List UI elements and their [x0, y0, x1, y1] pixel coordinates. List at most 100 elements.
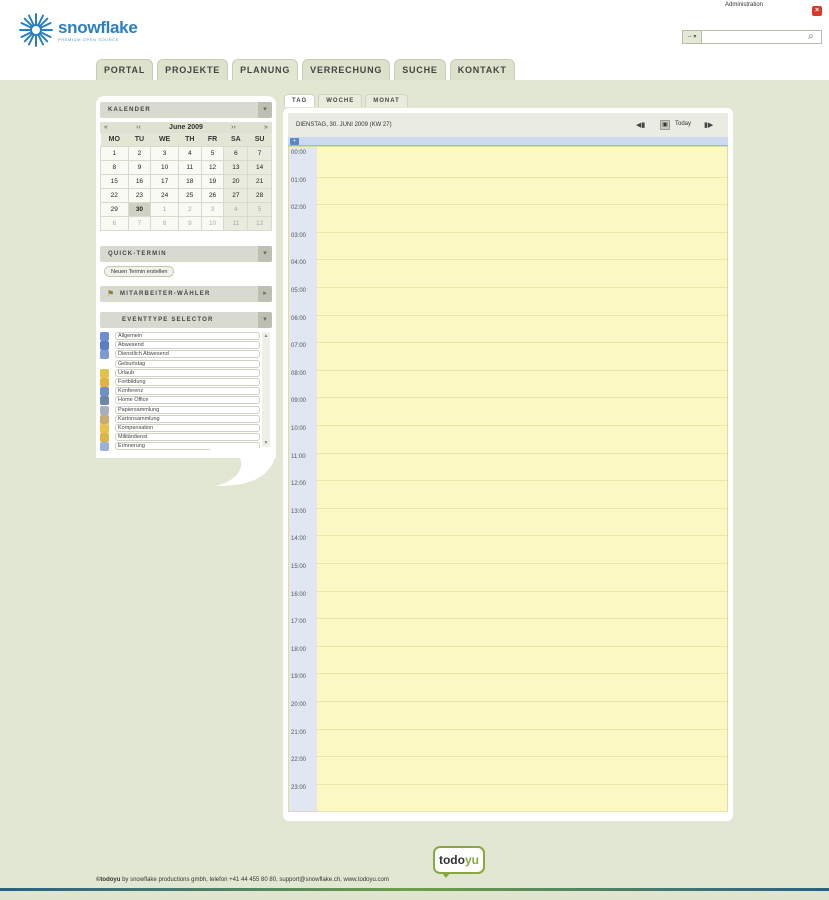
eventtype-item[interactable]: Abwesend	[100, 341, 270, 351]
calendar-panel: KALENDER ▾ « ‹‹ June 2009 ›› » MO TU WE TH F…	[96, 102, 276, 231]
day-grid[interactable]: 00:00 01:00 02:00 03:00 04:00 05:00 06:00 07:00…	[288, 146, 728, 812]
eventtype-item[interactable]: Allgemein	[100, 332, 270, 341]
calendar-day[interactable]: 11	[177, 159, 202, 175]
calendar-day[interactable]: 11	[223, 215, 249, 231]
calendar-day[interactable]: 13	[223, 159, 249, 175]
calendar-day[interactable]: 10	[150, 159, 179, 175]
calendar-day[interactable]: 29	[100, 201, 129, 217]
calendar-day[interactable]: 6	[223, 145, 249, 161]
calendar-day[interactable]: 20	[223, 173, 249, 189]
calendar-day[interactable]: 12	[200, 159, 225, 175]
calendar-day[interactable]: 6	[100, 215, 129, 231]
weekday-header: TU	[128, 133, 151, 146]
next-year-button[interactable]: »	[264, 124, 268, 131]
calendar-day[interactable]: 5	[247, 201, 272, 217]
calendar-day[interactable]: 17	[150, 173, 179, 189]
collapse-icon[interactable]: ▾	[258, 246, 272, 262]
calendar-day[interactable]: 3	[200, 201, 225, 217]
next-day-icon[interactable]: ▮▶	[704, 121, 715, 130]
prev-month-button[interactable]: ‹‹	[136, 124, 141, 131]
quick-panel-header[interactable]: QUICK-TERMIN ▾	[100, 246, 272, 262]
view-tab-woche[interactable]: WOCHE	[318, 94, 363, 107]
calendar-day[interactable]: 9	[177, 215, 202, 231]
eventtype-item[interactable]: Konferenz	[100, 387, 270, 397]
view-tab-tag[interactable]: TAG	[284, 94, 316, 107]
nav-tab-projekte[interactable]: PROJEKTE	[157, 59, 229, 80]
eventtype-icon	[100, 414, 109, 424]
calendar-day[interactable]: 30	[127, 201, 152, 217]
hour-divider	[317, 287, 727, 288]
calendar-day[interactable]: 8	[150, 215, 179, 231]
new-appointment-button[interactable]: Neuen Termin erstellen	[104, 266, 175, 277]
all-day-row[interactable]: +	[288, 137, 728, 146]
eventtype-item[interactable]: Geburtstag	[100, 359, 270, 369]
calendar-day[interactable]: 8	[100, 159, 129, 175]
calendar-day[interactable]: 24	[150, 187, 179, 203]
calendar-month-label: June 2009	[169, 124, 203, 131]
eventtype-item[interactable]: Militärdienst	[100, 433, 270, 443]
collapse-icon[interactable]: ▾	[258, 312, 272, 328]
calendar-day[interactable]: 27	[223, 187, 249, 203]
sidebar-tail-decoration	[210, 448, 276, 486]
nav-tab-suche[interactable]: SUCHE	[394, 59, 446, 80]
hour-label: 05:00	[291, 288, 307, 294]
admin-link[interactable]: Administration	[725, 2, 763, 8]
calendar-day[interactable]: 9	[127, 159, 152, 175]
eventtype-panel-header[interactable]: EVENTTYPE SELECTOR ▾	[100, 312, 272, 328]
eventtype-item[interactable]: Kartonsammlung	[100, 414, 270, 424]
logo[interactable]: snowflake PREMIUM OPEN SOURCE	[18, 12, 138, 48]
eventtype-icon	[100, 377, 109, 387]
calendar-day[interactable]: 18	[177, 173, 202, 189]
calendar-day[interactable]: 28	[247, 187, 272, 203]
expand-icon[interactable]: ▸	[258, 286, 272, 302]
nav-tab-portal[interactable]: PORTAL	[96, 59, 154, 80]
nav-tab-verrechung[interactable]: VERRECHUNG	[302, 59, 391, 80]
eventtype-item[interactable]: Kompensation	[100, 423, 270, 433]
view-tab-monat[interactable]: MONAT	[365, 94, 408, 107]
calendar-day[interactable]: 25	[177, 187, 202, 203]
todoyu-logo[interactable]: todoyu	[433, 846, 485, 878]
calendar-day[interactable]: 4	[177, 145, 202, 161]
calendar-day[interactable]: 5	[200, 145, 225, 161]
calendar-day[interactable]: 16	[127, 173, 152, 189]
calendar-day[interactable]: 1	[100, 145, 129, 161]
calendar-day[interactable]: 12	[247, 215, 272, 231]
calendar-day[interactable]: 23	[127, 187, 152, 203]
prev-year-button[interactable]: «	[104, 124, 108, 131]
calendar-day[interactable]: 22	[100, 187, 129, 203]
calendar-day[interactable]: 1	[150, 201, 179, 217]
add-event-icon[interactable]: +	[290, 138, 299, 145]
calendar-day[interactable]: 2	[127, 145, 152, 161]
collapse-icon[interactable]: ▾	[258, 102, 272, 118]
calendar-day[interactable]: 2	[177, 201, 202, 217]
calendar-day[interactable]: 19	[200, 173, 225, 189]
eventtype-item[interactable]: Dienstlich Abwesend	[100, 350, 270, 360]
eventtype-item[interactable]: Papiersammlung	[100, 405, 270, 415]
today-icon[interactable]: ▣	[660, 120, 670, 130]
calendar-day[interactable]: 15	[100, 173, 129, 189]
eventtype-item[interactable]: Home Office	[100, 396, 270, 406]
nav-tab-planung[interactable]: PLANUNG	[232, 59, 299, 80]
calendar-day[interactable]: 14	[247, 159, 272, 175]
search-type-select[interactable]: -- ▾	[682, 30, 702, 44]
nav-tab-kontakt[interactable]: KONTAKT	[449, 59, 515, 80]
calendar-day[interactable]: 4	[223, 201, 249, 217]
calendar-day[interactable]: 26	[200, 187, 225, 203]
eventtype-item[interactable]: Urlaub	[100, 368, 270, 378]
logout-icon[interactable]: ×	[812, 6, 822, 16]
calendar-day[interactable]: 3	[150, 145, 179, 161]
calendar-day[interactable]: 7	[127, 215, 152, 231]
today-button[interactable]: Today	[675, 113, 691, 135]
calendar-day[interactable]: 21	[247, 173, 272, 189]
next-month-button[interactable]: ››	[231, 124, 236, 131]
eventtype-item[interactable]: Fortbildung	[100, 377, 270, 387]
search-input[interactable]	[702, 30, 822, 44]
search-icon[interactable]: ⌕	[808, 31, 820, 43]
prev-day-icon[interactable]: ◀▮	[636, 121, 647, 130]
calendar-day[interactable]: 7	[247, 145, 272, 161]
sidebar: KALENDER ▾ « ‹‹ June 2009 ›› » MO TU WE TH F…	[96, 96, 276, 458]
calendar-panel-title: KALENDER	[108, 107, 151, 113]
staff-panel-header[interactable]: ⚑ MITARBEITER-WÄHLER ▸	[100, 286, 272, 302]
calendar-panel-header[interactable]: KALENDER ▾	[100, 102, 272, 118]
calendar-day[interactable]: 10	[200, 215, 225, 231]
